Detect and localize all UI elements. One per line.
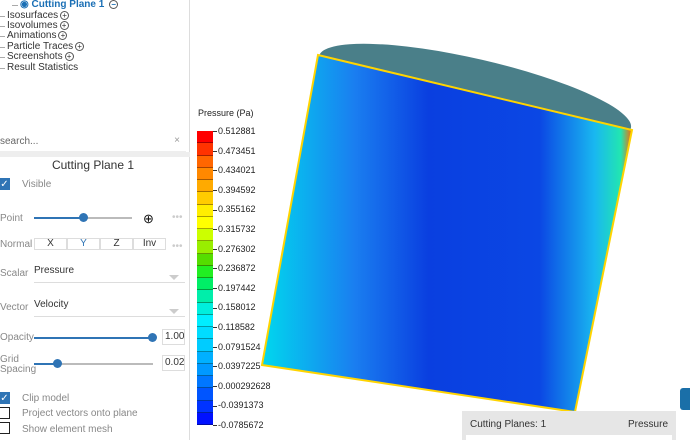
- legend-band: [197, 155, 213, 168]
- legend-tick: 0.512881: [213, 126, 256, 136]
- legend-band: [197, 388, 213, 401]
- legend-band: [197, 167, 213, 180]
- status-scalar: Pressure: [627, 419, 668, 430]
- legend-tick: 0.000292628: [213, 381, 271, 391]
- legend-tick: 0.276302: [213, 244, 256, 254]
- legend-tick: -0.0785672: [213, 420, 264, 430]
- legend-band: [197, 302, 213, 315]
- legend-band: [197, 327, 213, 340]
- legend-band: [197, 400, 213, 413]
- legend-band: [197, 241, 213, 254]
- legend-band: [197, 376, 213, 389]
- legend-band: [197, 216, 213, 229]
- legend-band: [197, 363, 213, 376]
- legend-band: [197, 253, 213, 266]
- legend-band: [197, 351, 213, 364]
- model-viewport[interactable]: [0, 0, 690, 440]
- legend-title: Pressure (Pa): [198, 108, 254, 118]
- chat-button[interactable]: [680, 388, 690, 410]
- legend-band: [197, 229, 213, 242]
- legend-tick: 0.473451: [213, 146, 256, 156]
- legend-band: [197, 192, 213, 205]
- legend-band: [197, 131, 213, 144]
- legend-tick: 0.118582: [213, 322, 255, 332]
- legend-tick: 0.394592: [213, 185, 256, 195]
- legend-band: [197, 290, 213, 303]
- legend-band: [197, 314, 213, 327]
- legend-tick: 0.0397225: [213, 361, 261, 371]
- legend-tick: -0.0391373: [213, 400, 264, 410]
- legend-band: [197, 265, 213, 278]
- legend-tick: 0.434021: [213, 165, 256, 175]
- legend-band: [197, 412, 213, 425]
- legend-band: [197, 180, 213, 193]
- legend-tick: 0.236872: [213, 263, 256, 273]
- legend-band: [197, 204, 213, 217]
- legend-tick: 0.158012: [213, 302, 256, 312]
- status-bar: Cutting Planes: 1 Pressure: [462, 411, 676, 440]
- legend-tick: 0.197442: [213, 283, 256, 293]
- legend-band: [197, 339, 213, 352]
- legend-tick: 0.0791524: [213, 342, 261, 352]
- legend-band: [197, 143, 213, 156]
- legend-tick: 0.355162: [213, 204, 256, 214]
- cutting-planes-count: Cutting Planes: 1: [470, 419, 547, 430]
- legend-tick: 0.315732: [213, 224, 256, 234]
- legend-band: [197, 278, 213, 291]
